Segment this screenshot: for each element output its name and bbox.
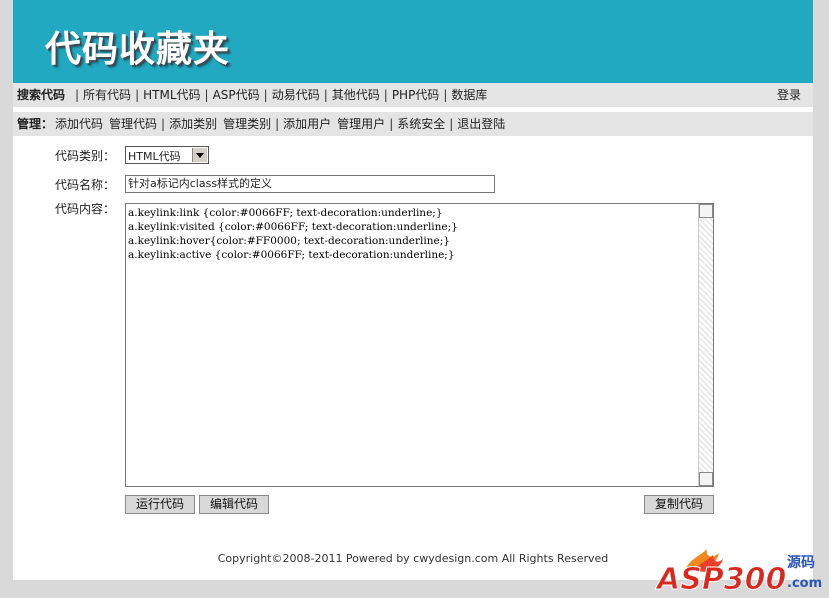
name-label: 代码名称： — [54, 178, 115, 192]
edit-code-button[interactable]: 编辑代码 — [199, 495, 270, 514]
svg-text:.com: .com — [787, 576, 822, 591]
code-line: a.keylink:active {color:#0066FF; text-de… — [128, 249, 455, 261]
content-label: 代码内容： — [54, 202, 115, 216]
scroll-down-button[interactable] — [699, 472, 713, 486]
admin-link[interactable]: 管理代码 — [109, 117, 157, 131]
nav-separator: | — [204, 88, 209, 102]
nav-links: | 所有代码 | HTML代码 | ASP代码 | 动易代码 | 其他代码 | PHP代码 | 数据库 — [71, 83, 487, 107]
nav-link[interactable]: 数据库 — [451, 88, 487, 102]
nav-separator: | — [443, 88, 448, 102]
admin-link[interactable]: 添加用户 — [283, 117, 331, 131]
admin-separator: | — [161, 117, 166, 131]
nav-separator: | — [323, 88, 328, 102]
run-code-button[interactable]: 运行代码 — [125, 495, 196, 514]
site-header: 代码收藏夹 — [13, 0, 813, 83]
vertical-scrollbar[interactable] — [698, 204, 713, 486]
code-text: a.keylink:link {color:#0066FF; text-deco… — [128, 206, 458, 262]
nav-link[interactable]: 动易代码 — [272, 88, 320, 102]
code-line: a.keylink:visited {color:#0066FF; text-d… — [128, 221, 458, 233]
asp300-watermark-logo: ASP300 源码 .com — [655, 549, 822, 595]
scroll-up-button[interactable] — [699, 204, 713, 218]
code-content-textarea[interactable]: a.keylink:link {color:#0066FF; text-deco… — [125, 203, 714, 487]
svg-text:源码: 源码 — [787, 554, 815, 571]
admin-bar: 管理： 添加代码 管理代码 | 添加类别 管理类别 | 添加用户 管理用户 | 系统安全 | 退出登陆 — [13, 112, 813, 136]
nav-link[interactable]: HTML代码 — [143, 88, 200, 102]
admin-link[interactable]: 添加代码 — [55, 117, 103, 131]
admin-link[interactable]: 系统安全 — [397, 117, 445, 131]
category-label: 代码类别： — [54, 149, 115, 163]
page-container: 代码收藏夹 搜索代码 | 所有代码 | HTML代码 | ASP代码 | 动易代码 | 其他代码 |… — [13, 0, 813, 580]
admin-links: 添加代码 管理代码 | 添加类别 管理类别 | 添加用户 管理用户 | 系统安全 | 退出登陆 — [55, 112, 505, 136]
nav-separator: | — [263, 88, 268, 102]
nav-separator: | — [75, 88, 80, 102]
nav-link[interactable]: ASP代码 — [213, 88, 260, 102]
code-name-input[interactable]: 针对a标记内class样式的定义 — [125, 175, 495, 193]
nav-search-code[interactable]: 搜索代码 — [17, 83, 65, 107]
admin-link[interactable]: 管理用户 — [337, 117, 385, 131]
nav-separator: | — [383, 88, 388, 102]
admin-link[interactable]: 管理类别 — [223, 117, 271, 131]
admin-label: 管理： — [17, 117, 54, 131]
site-title: 代码收藏夹 — [45, 28, 231, 70]
admin-separator: | — [389, 117, 394, 131]
admin-link[interactable]: 添加类别 — [169, 117, 217, 131]
nav-separator: | — [135, 88, 140, 102]
main-nav: 搜索代码 | 所有代码 | HTML代码 | ASP代码 | 动易代码 | 其他代码 | PHP代码 |… — [13, 83, 813, 107]
code-line: a.keylink:hover{color:#FF0000; text-deco… — [128, 235, 450, 247]
nav-link[interactable]: PHP代码 — [392, 88, 440, 102]
admin-separator: | — [275, 117, 280, 131]
category-select-value: HTML代码 — [128, 150, 181, 163]
category-select[interactable]: HTML代码 — [125, 146, 209, 164]
admin-link[interactable]: 退出登陆 — [457, 117, 505, 131]
svg-text:ASP300: ASP300 — [655, 562, 786, 595]
admin-separator: | — [449, 117, 454, 131]
code-line: a.keylink:link {color:#0066FF; text-deco… — [128, 207, 443, 219]
nav-link[interactable]: 所有代码 — [83, 88, 131, 102]
login-link[interactable]: 登录 — [777, 83, 801, 107]
nav-link[interactable]: 其他代码 — [332, 88, 380, 102]
chevron-down-icon[interactable] — [192, 148, 207, 162]
copy-code-button[interactable]: 复制代码 — [644, 495, 715, 514]
